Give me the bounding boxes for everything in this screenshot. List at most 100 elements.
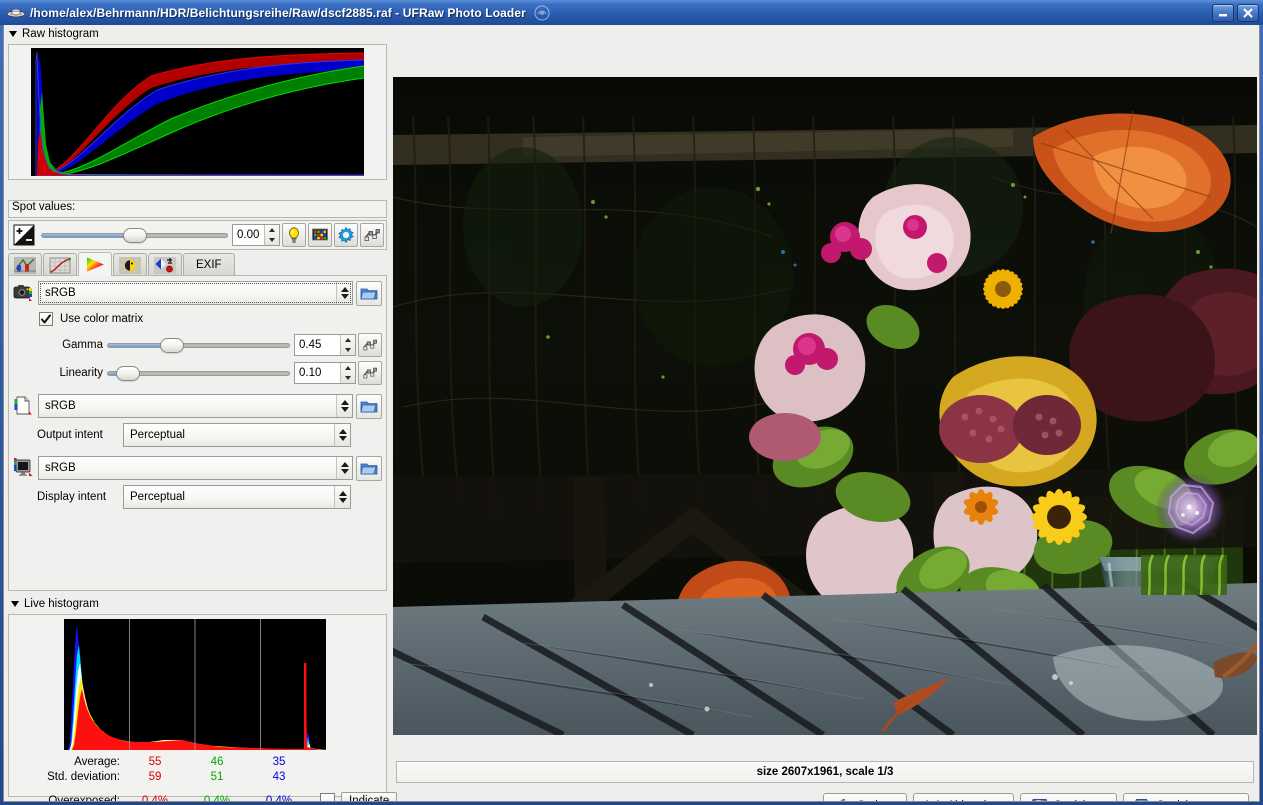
overexposed-green: 0.4% — [186, 795, 248, 803]
display-profile-combo[interactable]: sRGB — [38, 456, 353, 480]
cancel-button[interactable]: Abbrechen — [913, 793, 1014, 803]
display-profile-row: sRGB — [9, 455, 386, 481]
linearity-slider[interactable] — [107, 364, 290, 382]
output-profile-arrows[interactable] — [336, 395, 352, 417]
exposure-slider[interactable] — [41, 226, 228, 244]
tab-base-curve[interactable] — [43, 253, 77, 276]
open-output-profile-button[interactable] — [356, 394, 382, 419]
use-color-matrix-label: Use color matrix — [60, 313, 143, 325]
auto-exposure-button[interactable] — [282, 223, 306, 247]
gamma-value[interactable]: 0.45 — [295, 335, 340, 355]
display-intent-arrows[interactable] — [334, 486, 350, 508]
linearity-spinbox[interactable]: 0.10 — [294, 362, 356, 384]
save-accel: S — [1054, 800, 1062, 802]
live-histogram-plot — [64, 619, 326, 750]
use-color-matrix-checkbox[interactable] — [39, 312, 53, 326]
average-red: 55 — [124, 756, 186, 768]
preview-size-label: size 2607x1961, scale 1/3 — [396, 761, 1254, 783]
reset-linearity-button[interactable] — [358, 361, 382, 385]
tab-corrections[interactable] — [113, 253, 147, 276]
gamma-label: Gamma — [9, 339, 107, 351]
raw-image-preview[interactable] — [393, 77, 1257, 735]
expander-triangle-icon — [11, 601, 19, 607]
input-profile-combo[interactable]: sRGB — [38, 281, 353, 305]
raw-histogram-plot — [31, 48, 364, 176]
camera-icon — [13, 282, 35, 304]
display-profile-value: sRGB — [39, 462, 336, 474]
tab-curve[interactable] — [148, 253, 182, 276]
title-badge-icon — [534, 5, 550, 21]
stat-row-average: Average: 55 46 35 — [9, 754, 386, 769]
save-as-pre: Speichern — [1157, 800, 1212, 802]
raw-histogram-expander[interactable]: Raw histogram — [6, 26, 389, 42]
options-button-label: Options — [857, 800, 897, 802]
minimize-button[interactable] — [1212, 4, 1234, 22]
live-histogram-label: Live histogram — [24, 598, 99, 610]
gamma-slider[interactable] — [107, 336, 290, 354]
window-title: /home/alex/Behrmann/HDR/Belichtungsreihe… — [30, 6, 526, 20]
open-input-profile-button[interactable] — [356, 281, 382, 306]
average-blue: 35 — [248, 756, 310, 768]
use-color-matrix-row[interactable]: Use color matrix — [9, 308, 386, 330]
raw-histogram-frame — [8, 44, 387, 180]
output-profile-combo[interactable]: sRGB — [38, 394, 353, 418]
exposure-value[interactable]: 0.00 — [233, 225, 264, 245]
linearity-value[interactable]: 0.10 — [295, 363, 340, 383]
reset-exposure-button[interactable] — [360, 223, 384, 247]
preview-panel: size 2607x1961, scale 1/3 Options — [391, 51, 1259, 797]
linearity-spin-up[interactable] — [341, 363, 355, 373]
input-profile-value: sRGB — [39, 287, 336, 299]
save-as-button[interactable]: Speichern unter — [1123, 793, 1249, 803]
monitor-icon — [13, 457, 35, 479]
open-display-profile-button[interactable] — [356, 456, 382, 481]
options-button[interactable]: Options — [823, 793, 908, 803]
linearity-row: Linearity 0.10 — [9, 360, 386, 386]
input-profile-arrows[interactable] — [336, 282, 352, 304]
std-deviation-green: 51 — [186, 771, 248, 783]
average-green: 46 — [186, 756, 248, 768]
display-intent-row: Display intent Perceptual — [9, 484, 386, 510]
tab-color-management[interactable] — [78, 252, 112, 276]
color-management-page: sRGB — [8, 275, 387, 591]
std-deviation-blue: 43 — [248, 771, 310, 783]
display-profile-arrows[interactable] — [336, 457, 352, 479]
output-profile-row: sRGB — [9, 393, 386, 419]
display-intent-combo[interactable]: Perceptual — [123, 485, 351, 509]
note-pencil-icon — [1134, 798, 1151, 803]
settings-tabstrip[interactable]: EXIF — [8, 252, 387, 276]
left-control-panel: Raw histogram — [6, 26, 389, 799]
close-button[interactable] — [1237, 4, 1259, 22]
tab-white-balance[interactable] — [8, 253, 42, 276]
linearity-spin-down[interactable] — [341, 373, 355, 383]
tab-exif[interactable]: EXIF — [183, 253, 235, 276]
raw-histogram-label: Raw histogram — [22, 28, 99, 40]
red-x-icon — [924, 798, 941, 803]
overexposed-indicate-checkbox[interactable] — [320, 793, 335, 802]
spot-values-label: Spot values: — [8, 201, 75, 213]
wrench-icon — [834, 798, 851, 803]
display-intent-label: Display intent — [13, 491, 123, 503]
restore-details-button[interactable] — [334, 223, 358, 247]
live-histogram-expander[interactable]: Live histogram — [8, 596, 99, 612]
std-deviation-red: 59 — [124, 771, 186, 783]
floppy-disk-icon — [1031, 798, 1048, 803]
overexposed-indicate-button[interactable]: Indicate — [341, 792, 397, 803]
display-intent-value: Perceptual — [124, 491, 334, 503]
output-intent-combo[interactable]: Perceptual — [123, 423, 351, 447]
exposure-spinbox[interactable]: 0.00 — [232, 224, 280, 246]
linearity-label: Linearity — [9, 367, 107, 379]
gamma-spin-down[interactable] — [341, 345, 355, 355]
save-button[interactable]: Speichern — [1020, 793, 1117, 803]
gamma-spinbox[interactable]: 0.45 — [294, 334, 356, 356]
exposure-spin-down[interactable] — [265, 235, 279, 245]
title-bar[interactable]: /home/alex/Behrmann/HDR/Belichtungsreihe… — [0, 0, 1263, 25]
output-intent-arrows[interactable] — [334, 424, 350, 446]
expander-triangle-icon — [9, 31, 17, 37]
gamma-spin-up[interactable] — [341, 335, 355, 345]
save-button-label: peichern — [1062, 800, 1106, 802]
clip-highlights-button[interactable] — [308, 223, 332, 247]
exposure-row: 0.00 — [8, 220, 387, 250]
exposure-spin-up[interactable] — [265, 225, 279, 235]
reset-gamma-button[interactable] — [358, 333, 382, 357]
dialog-button-bar: Options Abbrechen — [391, 789, 1259, 802]
